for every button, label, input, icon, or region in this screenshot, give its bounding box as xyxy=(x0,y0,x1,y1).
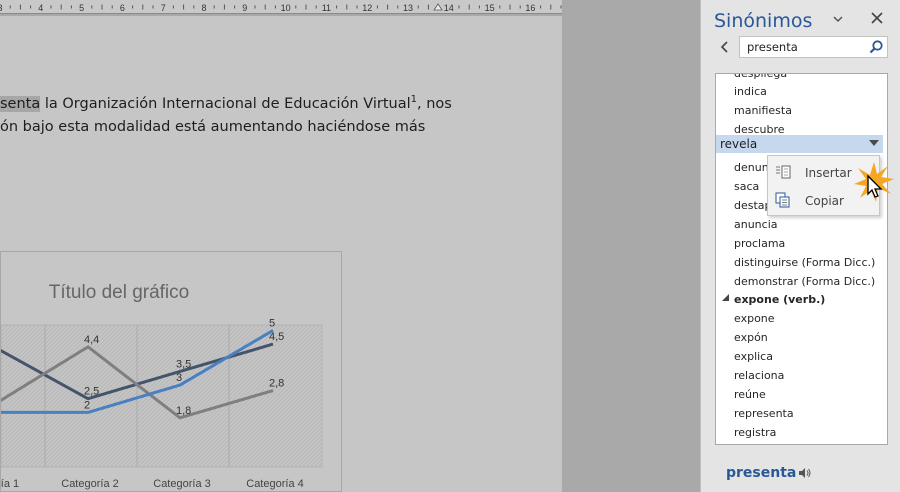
synonym-item[interactable]: demonstrar (Forma Dicc.) xyxy=(734,275,875,288)
document-line-1: senta la Organización Internacional de E… xyxy=(0,94,452,112)
synonym-item[interactable]: registra xyxy=(734,426,776,439)
selected-text[interactable]: senta xyxy=(0,95,41,112)
ruler-number: 12 xyxy=(362,3,372,13)
synonym-item[interactable]: reúne xyxy=(734,388,766,401)
ruler-number: 14 xyxy=(444,3,454,13)
horizontal-ruler[interactable]: 3456789101112131415161718 xyxy=(0,0,562,14)
ruler-number: 8 xyxy=(201,3,206,13)
synonym-item[interactable]: expone xyxy=(734,312,775,325)
ruler-number: 10 xyxy=(281,3,291,13)
synonym-item[interactable]: expón xyxy=(734,331,768,344)
footer-word-link[interactable]: presenta xyxy=(726,465,796,481)
ruler-number: 13 xyxy=(403,3,413,13)
dropdown-arrow-icon[interactable] xyxy=(869,139,879,147)
data-label: 2 xyxy=(84,399,90,411)
ruler-number: 5 xyxy=(79,3,84,13)
synonym-item[interactable]: saca xyxy=(734,180,759,193)
ruler-number: 7 xyxy=(161,3,166,13)
speaker-icon[interactable] xyxy=(798,466,812,480)
search-box xyxy=(739,36,888,58)
ruler-number: 9 xyxy=(242,3,247,13)
synonym-item[interactable]: proclama xyxy=(734,237,785,250)
search-input[interactable] xyxy=(740,37,865,57)
document-page[interactable]: senta la Organización Internacional de E… xyxy=(0,16,562,492)
ruler-number: 3 xyxy=(0,3,3,13)
synonym-item[interactable]: indica xyxy=(734,85,767,98)
synonym-group-heading[interactable]: expone (verb.) xyxy=(734,293,825,306)
plot-area xyxy=(1,324,323,468)
mouse-cursor-icon xyxy=(854,162,894,202)
ruler-number: 11 xyxy=(322,3,331,13)
ruler-ticks: 3456789101112131415161718 xyxy=(0,3,562,13)
pane-title: Sinónimos xyxy=(714,10,813,32)
line1-text: la Organización Internacional de Educaci… xyxy=(40,95,411,112)
close-icon[interactable] xyxy=(869,10,885,26)
chart-title: Título del gráfico xyxy=(49,282,189,303)
selected-synonym-label: revela xyxy=(720,137,758,151)
data-label: 4,4 xyxy=(84,334,99,346)
data-label: 1,8 xyxy=(176,405,191,417)
search-icon[interactable] xyxy=(868,39,884,55)
synonym-list[interactable]: despliega indica manifiesta descubre rev… xyxy=(715,73,888,445)
back-arrow-icon[interactable] xyxy=(719,40,731,54)
category-label: Categoría 3 xyxy=(153,478,210,490)
indent-marker-icon xyxy=(433,3,443,11)
collapse-triangle-icon[interactable] xyxy=(722,294,729,301)
line-chart: Título del gráfico32,53,54,544,41,82,823… xyxy=(1,282,323,490)
category-label: Categoría 2 xyxy=(61,478,118,490)
data-label: 2,5 xyxy=(84,386,99,398)
thesaurus-pane: Sinónimos despliega indica manifiesta de… xyxy=(700,0,900,492)
ruler-number: 4 xyxy=(38,3,43,13)
embedded-chart[interactable]: Título del gráfico32,53,54,544,41,82,823… xyxy=(0,251,342,492)
selected-synonym-row[interactable]: revela xyxy=(716,135,883,153)
line1-tail: , nos xyxy=(417,95,452,112)
data-label: 3,5 xyxy=(176,358,191,370)
ruler-number: 6 xyxy=(120,3,125,13)
menu-item-copy-label: Copiar xyxy=(805,194,844,208)
category-label: oría 1 xyxy=(1,478,19,490)
ruler-number: 16 xyxy=(525,3,535,13)
synonym-item[interactable]: manifiesta xyxy=(734,104,792,117)
synonym-item[interactable]: despliega xyxy=(734,74,787,80)
pane-options-chevron-icon[interactable] xyxy=(831,12,845,26)
synonym-item[interactable]: anuncia xyxy=(734,218,778,231)
document-line-2: ón bajo esta modalidad está aumentando h… xyxy=(0,119,426,135)
document-area: 3456789101112131415161718 senta la Organ… xyxy=(0,0,700,492)
category-label: Categoría 4 xyxy=(246,478,303,490)
insert-icon xyxy=(776,165,791,179)
data-label: 5 xyxy=(269,317,275,329)
data-label: 3 xyxy=(176,372,182,384)
synonym-item[interactable]: distinguirse (Forma Dicc.) xyxy=(734,256,875,269)
synonym-item[interactable]: relaciona xyxy=(734,369,784,382)
synonym-item[interactable]: representa xyxy=(734,407,794,420)
copy-icon xyxy=(775,192,790,208)
data-label: 2,8 xyxy=(269,378,284,390)
menu-item-insert-label: Insertar xyxy=(805,166,852,180)
ruler-number: 15 xyxy=(485,3,495,13)
synonym-item[interactable]: explica xyxy=(734,350,773,363)
